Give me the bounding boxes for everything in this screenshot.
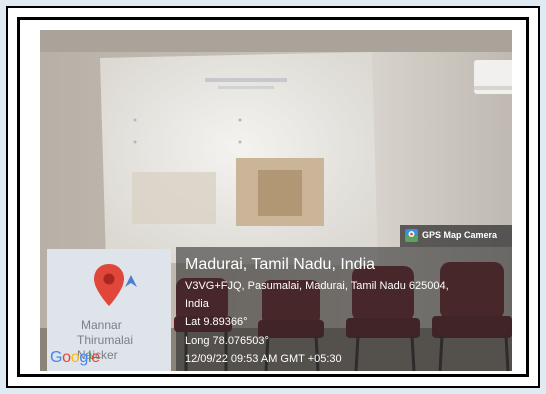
location-title: Madurai, Tamil Nadu, India — [185, 256, 376, 273]
address-line-1: V3VG+FJQ, Pasumalai, Madurai, Tamil Nadu… — [185, 280, 449, 292]
directions-arrow-icon — [125, 275, 137, 287]
geotagged-photo: Mannar Thirumalai Naicker Google GPS Map… — [40, 30, 512, 371]
latitude-value: Lat 9.89366° — [185, 316, 248, 328]
google-logo: Google — [50, 349, 100, 366]
map-pin-icon — [405, 229, 418, 242]
longitude-value: Long 78.076503° — [185, 335, 269, 347]
map-place-label-mannar: Mannar — [81, 318, 122, 332]
badge-label: GPS Map Camera — [422, 230, 498, 240]
map-thumbnail[interactable]: Mannar Thirumalai Naicker Google — [47, 249, 171, 371]
gps-map-camera-badge: GPS Map Camera — [400, 225, 512, 247]
address-line-2: India — [185, 298, 209, 310]
red-location-pin-icon — [94, 264, 124, 306]
timestamp: 12/09/22 09:53 AM GMT +05:30 — [185, 353, 342, 365]
map-place-label-thirumalai: Thirumalai — [77, 333, 134, 347]
